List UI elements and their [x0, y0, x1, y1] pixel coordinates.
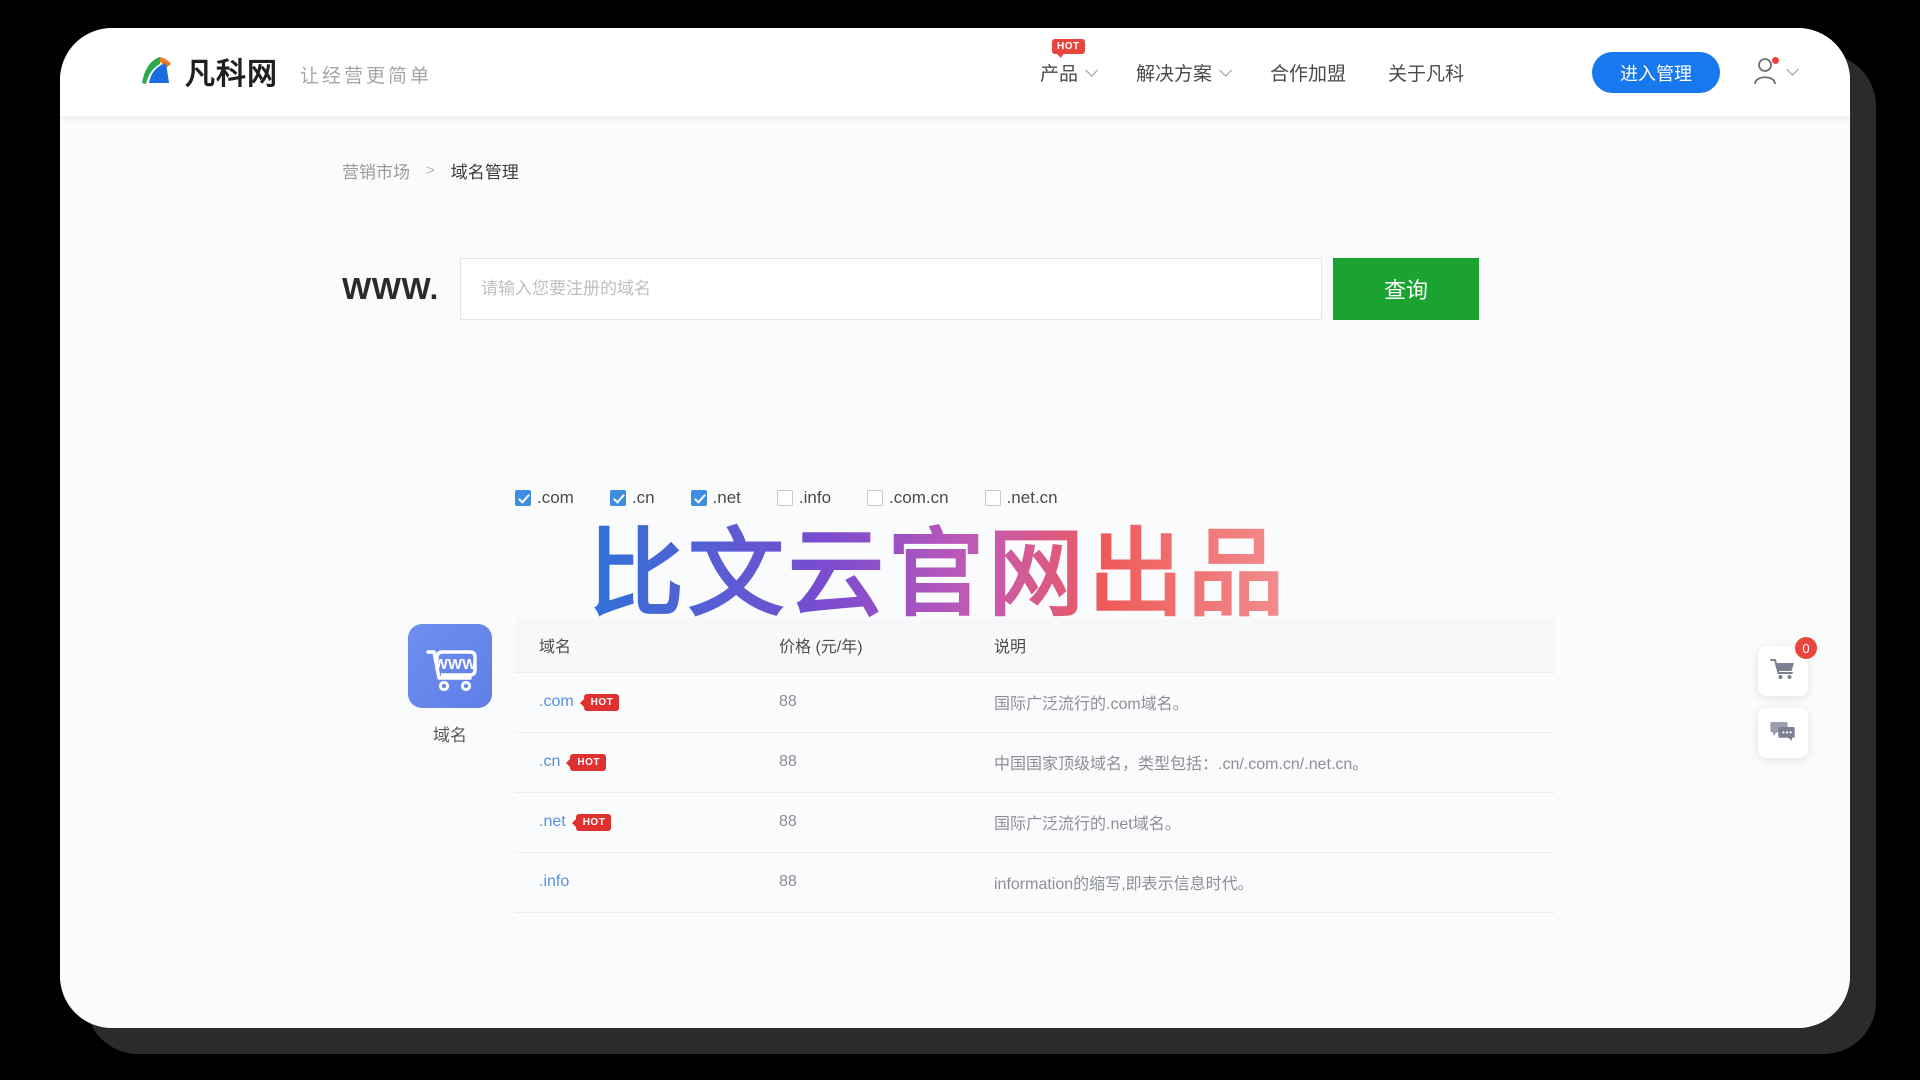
- domain-name: .net: [539, 813, 566, 830]
- cell-price: 88: [755, 672, 970, 733]
- cell-domain: .cn HOT: [515, 732, 755, 793]
- floating-widget-dock: 0: [1758, 637, 1817, 758]
- suffix-checkbox-cn[interactable]: .cn: [609, 488, 655, 508]
- chevron-down-icon: [1219, 63, 1233, 77]
- cell-domain: .net HOT: [515, 792, 755, 853]
- product-card-domain[interactable]: WWW 域名: [400, 624, 500, 746]
- hot-badge-icon: HOT: [566, 753, 606, 771]
- suffix-checkbox-net[interactable]: .net: [690, 488, 741, 508]
- table-body: .com HOT 88 国际广泛流行的.com域名。 .cn HOT 88 中国…: [515, 672, 1555, 913]
- watermark-text: 比文云官网出品: [588, 521, 1288, 628]
- column-header-domain: 域名: [515, 618, 755, 673]
- suffix-checkbox-info[interactable]: .info: [776, 488, 832, 508]
- enter-management-button[interactable]: 进入管理: [1592, 52, 1720, 93]
- nav-item-solutions[interactable]: 解决方案: [1136, 59, 1233, 86]
- brand-logo[interactable]: 凡科网 让经营更简单: [136, 52, 432, 92]
- suffix-checkbox-group: .com .cn .net .info .com.cn .net.cn: [515, 488, 1058, 508]
- domain-cart-www-icon: WWW: [408, 624, 492, 708]
- suffix-checkbox-com[interactable]: .com: [515, 488, 574, 508]
- site-header: 凡科网 让经营更简单 HOT 产品 解决方案 合作加盟 关于凡科 进入管理: [60, 28, 1850, 116]
- cell-description: information的缩写,即表示信息时代。: [970, 852, 1555, 913]
- checkbox-icon[interactable]: [609, 490, 626, 506]
- breadcrumb: 营销市场 > 域名管理: [342, 158, 519, 183]
- nav-label: 合作加盟: [1270, 63, 1347, 85]
- brand-tagline: 让经营更简单: [300, 66, 433, 87]
- hot-badge-icon: HOT: [571, 813, 612, 831]
- breadcrumb-separator: >: [426, 162, 435, 179]
- user-avatar-icon: [1752, 56, 1779, 86]
- column-header-description: 说明: [970, 618, 1555, 673]
- domain-link[interactable]: .info: [539, 873, 569, 891]
- www-prefix-label: WWW.: [342, 271, 439, 306]
- hot-badge-icon: HOT: [1052, 38, 1085, 58]
- suffix-label: .com: [537, 488, 574, 507]
- suffix-label: .cn: [631, 488, 655, 507]
- suffix-label: .net: [712, 488, 741, 507]
- fankeweb-logo-icon: [136, 52, 176, 92]
- checkbox-icon[interactable]: [776, 490, 793, 506]
- table-row[interactable]: .com HOT 88 国际广泛流行的.com域名。: [515, 672, 1555, 733]
- domain-link[interactable]: .com HOT: [539, 693, 620, 711]
- suffix-label: .com.cn: [889, 488, 949, 507]
- cell-domain: .info: [515, 852, 755, 913]
- browser-window: 凡科网 让经营更简单 HOT 产品 解决方案 合作加盟 关于凡科 进入管理 营销…: [60, 28, 1850, 1028]
- breadcrumb-current: 域名管理: [450, 163, 519, 182]
- hot-badge-icon: HOT: [579, 693, 620, 711]
- column-header-price: 价格 (元/年): [755, 618, 970, 673]
- nav-item-products[interactable]: HOT 产品: [1040, 38, 1099, 86]
- domain-link[interactable]: .net HOT: [539, 813, 612, 831]
- nav-label: 产品: [1040, 63, 1079, 85]
- checkbox-icon[interactable]: [515, 490, 531, 506]
- notification-dot-icon: [1772, 57, 1779, 64]
- domain-name: .info: [539, 873, 570, 890]
- cell-description: 国际广泛流行的.com域名。: [970, 672, 1555, 733]
- table-row[interactable]: .cn HOT 88 中国国家顶级域名，类型包括：.cn/.com.cn/.ne…: [515, 732, 1555, 793]
- table-row[interactable]: .net HOT 88 国际广泛流行的.net域名。: [515, 792, 1555, 853]
- nav-item-about[interactable]: 关于凡科: [1388, 59, 1464, 86]
- page-content: 营销市场 > 域名管理 WWW. 查询 .com .cn .net: [60, 116, 1850, 1028]
- customer-service-chat-button[interactable]: [1758, 708, 1808, 758]
- cell-description: 国际广泛流行的.net域名。: [970, 792, 1555, 853]
- checkbox-icon[interactable]: [867, 490, 884, 506]
- breadcrumb-root[interactable]: 营销市场: [342, 158, 410, 183]
- cell-description: 中国国家顶级域名，类型包括：.cn/.com.cn/.net.cn。: [970, 732, 1555, 793]
- suffix-label: .info: [798, 488, 832, 507]
- nav-item-partnership[interactable]: 合作加盟: [1270, 59, 1346, 86]
- brand-name: 凡科网: [185, 58, 278, 91]
- domain-price-table: 域名 价格 (元/年) 说明 .com HOT 88 国际广泛流行的.com域名…: [515, 618, 1555, 913]
- chat-bubble-icon: [1770, 719, 1796, 748]
- checkbox-icon[interactable]: [984, 490, 1001, 506]
- chevron-down-icon: [1085, 63, 1099, 77]
- domain-name: .com: [539, 693, 574, 710]
- cart-count-badge: 0: [1795, 637, 1817, 659]
- cell-domain: .com HOT: [515, 672, 755, 733]
- table-header-row: 域名 价格 (元/年) 说明: [515, 618, 1555, 673]
- suffix-checkbox-comcn[interactable]: .com.cn: [867, 488, 949, 508]
- svg-text:WWW: WWW: [434, 656, 477, 673]
- domain-search-row: WWW. 查询: [342, 258, 1479, 320]
- product-card-label: 域名: [433, 726, 467, 745]
- cell-price: 88: [755, 852, 970, 913]
- domain-link[interactable]: .cn HOT: [539, 753, 606, 771]
- shopping-cart-button[interactable]: 0: [1758, 637, 1817, 696]
- suffix-checkbox-netcn[interactable]: .net.cn: [984, 488, 1058, 508]
- cell-price: 88: [755, 792, 970, 853]
- nav-label: 解决方案: [1136, 63, 1213, 85]
- table-row[interactable]: .info 88 information的缩写,即表示信息时代。: [515, 852, 1555, 913]
- cell-price: 88: [755, 732, 970, 793]
- suffix-label: .net.cn: [1006, 488, 1058, 507]
- table-header: 域名 价格 (元/年) 说明: [515, 618, 1555, 673]
- domain-search-input[interactable]: [460, 258, 1322, 320]
- search-query-button[interactable]: 查询: [1333, 258, 1479, 320]
- domain-name: .cn: [539, 753, 561, 770]
- checkbox-icon[interactable]: [690, 490, 707, 506]
- nav-label: 关于凡科: [1388, 63, 1465, 85]
- cart-icon: [1770, 657, 1796, 686]
- user-account-menu[interactable]: [1752, 56, 1799, 86]
- chevron-down-icon: [1786, 62, 1799, 76]
- main-navigation: HOT 产品 解决方案 合作加盟 关于凡科: [1040, 28, 1464, 116]
